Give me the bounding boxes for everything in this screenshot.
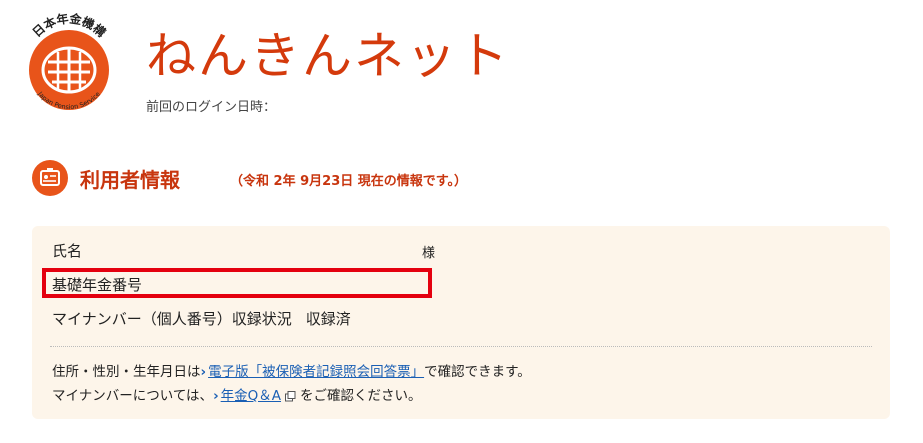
name-honorific: 様 (422, 246, 436, 261)
chevron-right-icon: › (213, 388, 219, 404)
user-info-heading: 利用者情報 （令和 2年 9月23日 現在の情報です。） (32, 160, 892, 200)
note-line-1: 住所・性別・生年月日は› 電子版「被保険者記録照会回答票」で確認できます。 (52, 360, 531, 380)
record-inquiry-link[interactable]: 電子版「被保険者記録照会回答票」 (208, 364, 424, 380)
pension-qa-link[interactable]: 年金Q＆A (221, 388, 281, 404)
mynumber-label: マイナンバー（個人番号）収録状況 (52, 310, 292, 328)
mynumber-status: 収録済 (305, 310, 351, 328)
header: 日本年金機構 Japan Pension Service ねんきんネット 前回の… (0, 0, 923, 140)
section-date-note: （令和 2年 9月23日 現在の情報です。） (230, 174, 467, 189)
user-info-box: 氏名 様 基礎年金番号 マイナンバー（個人番号）収録状況 収録済 住所・性別・生年… (32, 226, 890, 419)
japan-pension-service-logo: 日本年金機構 Japan Pension Service (29, 12, 109, 111)
external-window-icon (285, 390, 296, 401)
basic-pension-number-label: 基礎年金番号 (52, 276, 143, 294)
section-title: 利用者情報 (80, 168, 180, 192)
site-brand-title: ねんきんネット (146, 27, 510, 85)
note-1-text: 住所・性別・生年月日は (52, 364, 201, 380)
chevron-right-icon: › (200, 364, 207, 380)
mynumber-status-row: マイナンバー（個人番号）収録状況 収録済 (52, 308, 351, 329)
id-card-icon (32, 160, 68, 196)
note-2-suffix: をご確認ください。 (300, 388, 422, 404)
note-2-text: マイナンバーについては、 (52, 388, 214, 404)
note-line-2: マイナンバーについては、› 年金Q＆A をご確認ください。 (52, 384, 422, 404)
last-login-label: 前回のログイン日時： (146, 100, 277, 115)
note-1-suffix: で確認できます。 (424, 364, 531, 380)
name-label: 氏名 (52, 242, 83, 260)
divider (50, 346, 872, 347)
